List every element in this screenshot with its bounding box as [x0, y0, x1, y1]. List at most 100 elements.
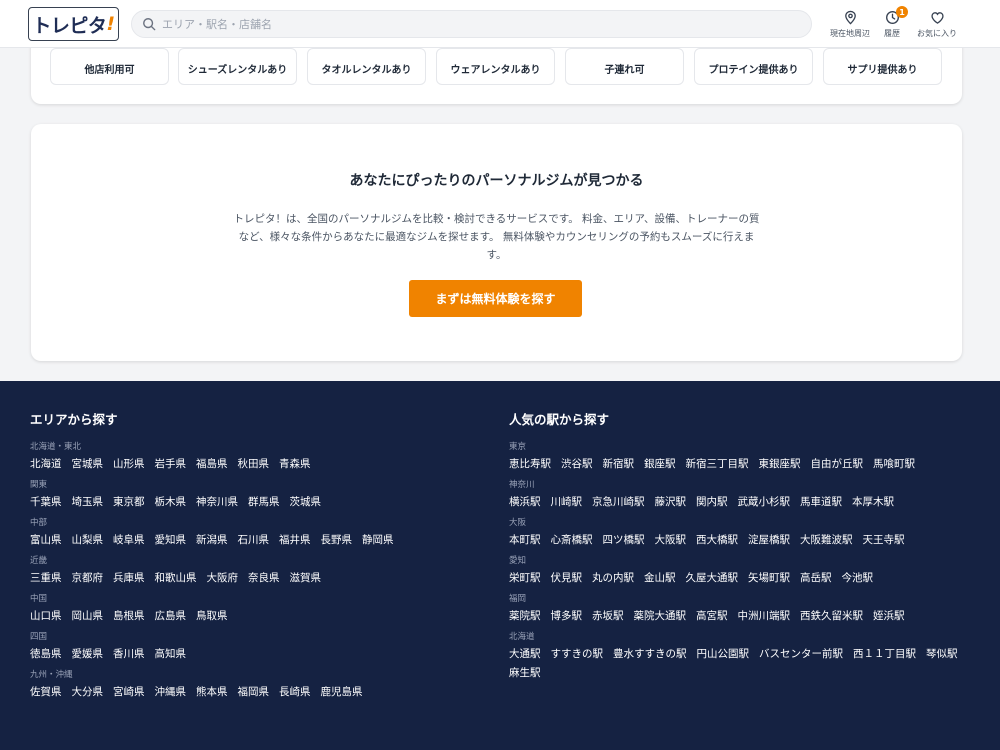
area-link[interactable]: 栃木県	[155, 495, 187, 509]
area-link[interactable]: 福岡県	[238, 685, 270, 699]
station-link[interactable]: 藤沢駅	[655, 495, 687, 509]
feature-protein-button[interactable]: プロテイン提供あり	[694, 48, 813, 85]
area-link[interactable]: 神奈川県	[196, 495, 238, 509]
station-link[interactable]: 矢場町駅	[748, 571, 790, 585]
station-link[interactable]: 栄町駅	[509, 571, 541, 585]
area-link[interactable]: 長崎県	[279, 685, 311, 699]
area-link[interactable]: 香川県	[113, 647, 145, 661]
station-link[interactable]: 琴似駅	[926, 647, 958, 661]
station-link[interactable]: すすきの駅	[551, 647, 604, 661]
station-link[interactable]: 武蔵小杉駅	[738, 495, 791, 509]
site-logo[interactable]: トレピタ!	[28, 7, 119, 41]
area-link[interactable]: 島根県	[113, 609, 145, 623]
area-link[interactable]: 富山県	[30, 533, 62, 547]
area-link[interactable]: 兵庫県	[113, 571, 145, 585]
area-link[interactable]: 青森県	[279, 457, 311, 471]
station-link[interactable]: 東銀座駅	[759, 457, 801, 471]
area-link[interactable]: 山口県	[30, 609, 62, 623]
station-link[interactable]: 横浜駅	[509, 495, 541, 509]
station-link[interactable]: 円山公園駅	[697, 647, 750, 661]
area-link[interactable]: 静岡県	[362, 533, 394, 547]
area-link[interactable]: 埼玉県	[72, 495, 104, 509]
area-link[interactable]: 京都府	[72, 571, 104, 585]
station-link[interactable]: 薬院駅	[509, 609, 541, 623]
area-link[interactable]: 宮城県	[72, 457, 104, 471]
area-link[interactable]: 沖縄県	[155, 685, 187, 699]
search-input[interactable]	[162, 17, 762, 31]
station-link[interactable]: 薬院大通駅	[634, 609, 687, 623]
station-link[interactable]: 伏見駅	[551, 571, 583, 585]
station-link[interactable]: 赤坂駅	[592, 609, 624, 623]
station-link[interactable]: 大通駅	[509, 647, 541, 661]
feature-wear-rental-button[interactable]: ウェアレンタルあり	[436, 48, 555, 85]
area-link[interactable]: 新潟県	[196, 533, 228, 547]
area-link[interactable]: 東京都	[113, 495, 145, 509]
area-link[interactable]: 佐賀県	[30, 685, 62, 699]
station-link[interactable]: 本町駅	[509, 533, 541, 547]
station-link[interactable]: 心斎橋駅	[551, 533, 593, 547]
station-link[interactable]: 関内駅	[696, 495, 728, 509]
feature-other-store-button[interactable]: 他店利用可	[50, 48, 169, 85]
area-link[interactable]: 三重県	[30, 571, 62, 585]
station-link[interactable]: 四ツ橋駅	[603, 533, 645, 547]
area-link[interactable]: 宮崎県	[113, 685, 145, 699]
feature-supplement-button[interactable]: サプリ提供あり	[823, 48, 942, 85]
station-link[interactable]: 姪浜駅	[873, 609, 905, 623]
feature-kids-ok-button[interactable]: 子連れ可	[565, 48, 684, 85]
area-link[interactable]: 大分県	[72, 685, 104, 699]
area-link[interactable]: 群馬県	[248, 495, 280, 509]
station-link[interactable]: 渋谷駅	[561, 457, 593, 471]
station-link[interactable]: 新宿駅	[603, 457, 635, 471]
area-link[interactable]: 高知県	[155, 647, 187, 661]
area-link[interactable]: 滋賀県	[290, 571, 322, 585]
station-link[interactable]: 新宿三丁目駅	[686, 457, 749, 471]
station-link[interactable]: 久屋大通駅	[686, 571, 739, 585]
history-button[interactable]: 1 履歴	[884, 6, 908, 39]
nearby-button[interactable]: 現在地周辺	[830, 10, 870, 39]
area-link[interactable]: 和歌山県	[155, 571, 197, 585]
station-link[interactable]: 高宮駅	[696, 609, 728, 623]
area-link[interactable]: 愛媛県	[72, 647, 104, 661]
station-link[interactable]: 馬喰町駅	[873, 457, 915, 471]
area-link[interactable]: 熊本県	[196, 685, 228, 699]
station-link[interactable]: バスセンター前駅	[759, 647, 843, 661]
station-link[interactable]: 西鉄久留米駅	[800, 609, 863, 623]
feature-towel-rental-button[interactable]: タオルレンタルあり	[307, 48, 426, 85]
area-link[interactable]: 岩手県	[155, 457, 187, 471]
station-link[interactable]: 西大橋駅	[696, 533, 738, 547]
station-link[interactable]: 今池駅	[842, 571, 874, 585]
station-link[interactable]: 高岳駅	[800, 571, 832, 585]
area-link[interactable]: 広島県	[155, 609, 187, 623]
station-link[interactable]: 川崎駅	[551, 495, 583, 509]
area-link[interactable]: 長野県	[321, 533, 353, 547]
area-link[interactable]: 千葉県	[30, 495, 62, 509]
station-link[interactable]: 本厚木駅	[852, 495, 894, 509]
station-link[interactable]: 淀屋橋駅	[748, 533, 790, 547]
station-link[interactable]: 銀座駅	[644, 457, 676, 471]
search-bar[interactable]	[131, 10, 812, 38]
station-link[interactable]: 馬車道駅	[800, 495, 842, 509]
area-link[interactable]: 奈良県	[248, 571, 280, 585]
area-link[interactable]: 愛知県	[155, 533, 187, 547]
area-link[interactable]: 茨城県	[290, 495, 322, 509]
area-link[interactable]: 山形県	[113, 457, 145, 471]
area-link[interactable]: 山梨県	[72, 533, 104, 547]
station-link[interactable]: 大阪駅	[655, 533, 687, 547]
favorites-button[interactable]: お気に入り	[917, 10, 957, 39]
station-link[interactable]: 豊水すすきの駅	[613, 647, 687, 661]
station-link[interactable]: 西１１丁目駅	[853, 647, 916, 661]
area-link[interactable]: 岡山県	[72, 609, 104, 623]
area-link[interactable]: 徳島県	[30, 647, 62, 661]
station-link[interactable]: 京急川崎駅	[592, 495, 645, 509]
area-link[interactable]: 北海道	[30, 457, 62, 471]
area-link[interactable]: 大阪府	[207, 571, 239, 585]
station-link[interactable]: 中洲川端駅	[738, 609, 791, 623]
station-link[interactable]: 天王寺駅	[863, 533, 905, 547]
area-link[interactable]: 鳥取県	[196, 609, 228, 623]
area-link[interactable]: 福井県	[279, 533, 311, 547]
area-link[interactable]: 秋田県	[238, 457, 270, 471]
station-link[interactable]: 自由が丘駅	[811, 457, 864, 471]
area-link[interactable]: 鹿児島県	[321, 685, 363, 699]
station-link[interactable]: 恵比寿駅	[509, 457, 551, 471]
station-link[interactable]: 麻生駅	[509, 666, 541, 680]
